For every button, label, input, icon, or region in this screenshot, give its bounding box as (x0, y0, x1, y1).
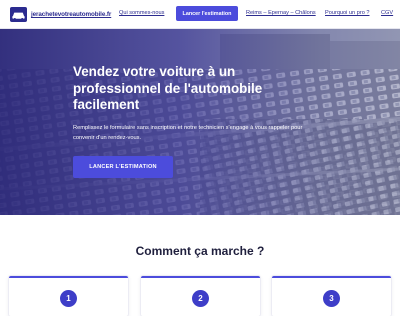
hero-lancer-estimation-button[interactable]: LANCER L'ESTIMATION (73, 156, 173, 178)
hero-subtitle: Remplissez le formulaire sans inscriptio… (73, 125, 303, 141)
hero-section: Vendez votre voiture à un professionnel … (0, 29, 400, 215)
step-card-1: 1 (9, 276, 128, 316)
nav-cgv[interactable]: CGV (381, 10, 393, 16)
step-number-1: 1 (60, 290, 77, 307)
nav-cities[interactable]: Reims – Epernay – Châlons (246, 10, 316, 16)
nav-pourquoi-un-pro[interactable]: Pourquoi un pro ? (325, 10, 369, 16)
hero-title: Vendez votre voiture à un professionnel … (73, 64, 263, 112)
logo-text[interactable]: jerachetevotreautomobile.fr (31, 11, 111, 18)
nav-lancer-estimation-button[interactable]: Lancer l'estimation (176, 6, 238, 21)
hero-overlay (0, 29, 400, 215)
step-number-2: 2 (192, 290, 209, 307)
header-bar: jerachetevotreautomobile.fr Qui sommes-n… (0, 0, 400, 29)
step-number-3: 3 (323, 290, 340, 307)
how-it-works-title: Comment ça marche ? (135, 244, 265, 258)
step-card-2: 2 (141, 276, 260, 316)
car-icon (10, 6, 27, 23)
step-card-3: 3 (272, 276, 391, 316)
site-logo[interactable]: jerachetevotreautomobile.fr (9, 6, 111, 23)
nav-qui-sommes-nous[interactable]: Qui sommes-nous (119, 10, 164, 16)
